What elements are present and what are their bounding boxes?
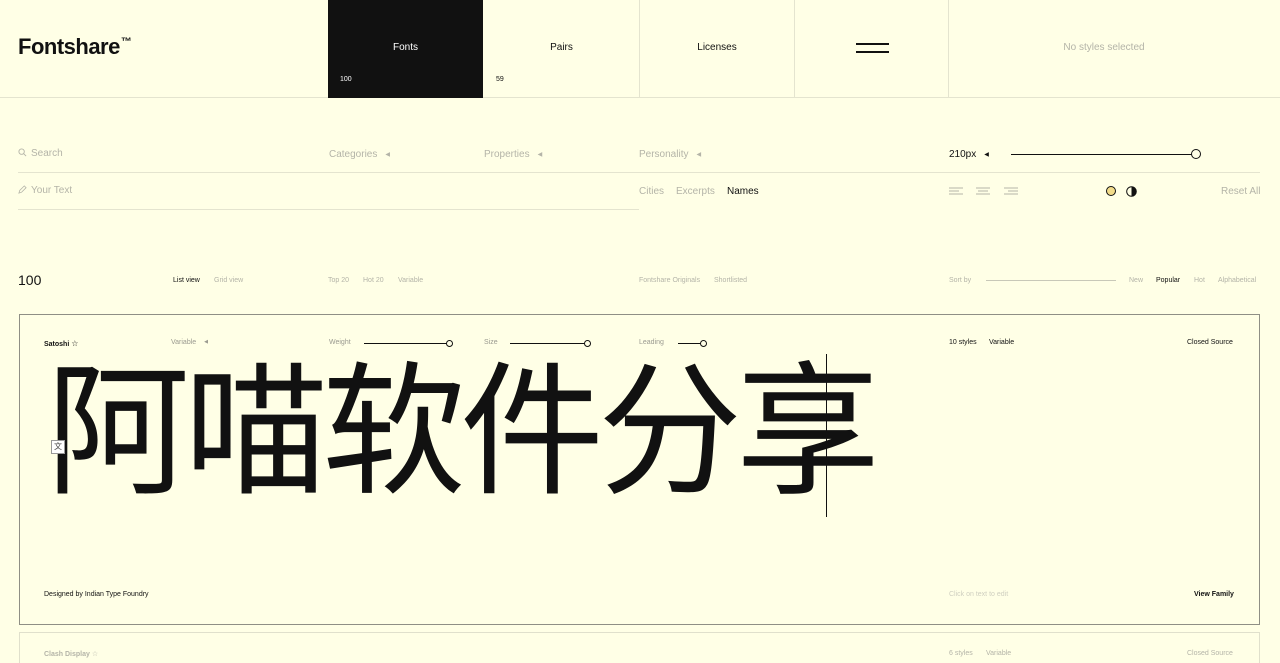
designer-credit: Designed by Indian Type Foundry bbox=[44, 591, 149, 598]
caret-icon: ◀ bbox=[984, 152, 989, 158]
contrast-icon[interactable] bbox=[1126, 186, 1137, 197]
sort-hot[interactable]: Hot bbox=[1194, 277, 1205, 284]
card-size-slider-handle[interactable] bbox=[584, 340, 591, 347]
size-dropdown[interactable]: 210px ◀ bbox=[949, 149, 989, 160]
next-styles-count: 6 styles bbox=[949, 650, 973, 657]
nav-licenses[interactable]: Licenses bbox=[639, 0, 794, 98]
your-text-placeholder: Your Text bbox=[31, 185, 73, 196]
weight-slider-track[interactable] bbox=[364, 343, 448, 344]
menu-icon-line bbox=[856, 43, 889, 45]
sort-popular[interactable]: Popular bbox=[1156, 277, 1180, 284]
caret-icon: ◀ bbox=[537, 152, 543, 158]
search-icon bbox=[18, 148, 27, 157]
sort-by-label: Sort by bbox=[949, 277, 972, 284]
your-text-field[interactable]: Your Text bbox=[18, 185, 72, 196]
personality-dropdown[interactable]: Personality ◀ bbox=[639, 149, 701, 160]
star-icon[interactable]: ☆ bbox=[92, 651, 98, 658]
divider bbox=[18, 172, 1260, 173]
nav-fonts-count: 100 bbox=[340, 76, 352, 83]
list-view-toggle[interactable]: List view bbox=[173, 277, 200, 284]
leading-slider-track[interactable] bbox=[678, 343, 702, 344]
filter-variable[interactable]: Variable bbox=[398, 277, 423, 284]
nav-licenses-label: Licenses bbox=[697, 42, 737, 53]
nav-fonts[interactable]: Fonts 100 bbox=[328, 0, 483, 98]
size-slider-handle[interactable] bbox=[1191, 149, 1201, 159]
edit-hint: Click on text to edit bbox=[949, 591, 1009, 598]
size-label: Size bbox=[484, 339, 498, 346]
leading-label: Leading bbox=[639, 339, 664, 346]
next-styles-type: Variable bbox=[986, 650, 1012, 657]
star-icon[interactable]: ☆ bbox=[71, 339, 78, 348]
grid-view-toggle[interactable]: Grid view bbox=[214, 277, 243, 284]
caret-icon: ◀ bbox=[385, 152, 390, 158]
sort-divider bbox=[986, 280, 1116, 281]
fonts-count: 100 bbox=[18, 272, 42, 288]
license-type: Closed Source bbox=[1187, 339, 1233, 346]
filter-fontshare-originals[interactable]: Fontshare Originals bbox=[639, 277, 700, 284]
theme-light-circle[interactable] bbox=[1106, 186, 1116, 196]
styles-count: 10 styles bbox=[949, 339, 977, 346]
hamburger-menu-button[interactable] bbox=[794, 0, 949, 98]
align-right-icon[interactable] bbox=[1004, 187, 1019, 195]
nav-fonts-label: Fonts bbox=[392, 42, 418, 53]
sample-tab-names[interactable]: Names bbox=[727, 186, 759, 197]
divider bbox=[18, 209, 639, 210]
size-slider-track[interactable] bbox=[1011, 154, 1195, 155]
filter-top-20[interactable]: Top 20 bbox=[328, 277, 349, 284]
translate-icon[interactable]: 文 bbox=[51, 440, 65, 454]
next-license-type: Closed Source bbox=[1187, 650, 1233, 657]
align-left-icon[interactable] bbox=[949, 187, 964, 195]
sample-tab-excerpts[interactable]: Excerpts bbox=[676, 186, 715, 197]
filter-shortlisted[interactable]: Shortlisted bbox=[714, 277, 747, 284]
nav-pairs[interactable]: Pairs 59 bbox=[484, 0, 639, 98]
pencil-icon bbox=[18, 185, 27, 194]
caret-icon: ◀ bbox=[696, 152, 702, 158]
text-cursor bbox=[826, 354, 827, 517]
logo-trademark: ™ bbox=[120, 36, 132, 48]
leading-slider-handle[interactable] bbox=[700, 340, 707, 347]
reset-all-button[interactable]: Reset All bbox=[1221, 186, 1260, 197]
sort-alphabetical[interactable]: Alphabetical bbox=[1218, 277, 1256, 284]
styles-status[interactable]: No styles selected bbox=[949, 42, 1259, 53]
variant-dropdown[interactable]: Variable ◀ bbox=[171, 339, 208, 346]
weight-label: Weight bbox=[329, 339, 351, 346]
caret-icon: ◀ bbox=[204, 339, 209, 345]
next-font-name[interactable]: Clash Display ☆ bbox=[44, 650, 98, 658]
card-size-slider-track[interactable] bbox=[510, 343, 586, 344]
sample-tab-cities[interactable]: Cities bbox=[639, 186, 664, 197]
search-placeholder: Search bbox=[31, 148, 63, 159]
view-family-link[interactable]: View Family bbox=[1194, 591, 1234, 598]
categories-dropdown[interactable]: Categories ◀ bbox=[329, 149, 390, 160]
align-center-icon[interactable] bbox=[976, 187, 991, 195]
font-preview-text[interactable]: 阿喵软件分享 bbox=[46, 360, 880, 504]
nav-pairs-count: 59 bbox=[496, 76, 504, 83]
top-header: Fontshare™ Fonts 100 Pairs 59 Licenses N… bbox=[0, 0, 1280, 98]
nav-pairs-label: Pairs bbox=[550, 42, 573, 53]
filter-hot-20[interactable]: Hot 20 bbox=[363, 277, 384, 284]
font-card-clash-display bbox=[19, 632, 1260, 663]
search-field[interactable]: Search bbox=[18, 148, 63, 159]
styles-type: Variable bbox=[989, 339, 1015, 346]
fontshare-logo[interactable]: Fontshare™ bbox=[18, 34, 132, 60]
sort-new[interactable]: New bbox=[1129, 277, 1143, 284]
font-name[interactable]: Satoshi ☆ bbox=[44, 339, 78, 348]
menu-icon-line bbox=[856, 51, 889, 53]
properties-dropdown[interactable]: Properties ◀ bbox=[484, 149, 542, 160]
weight-slider-handle[interactable] bbox=[446, 340, 453, 347]
